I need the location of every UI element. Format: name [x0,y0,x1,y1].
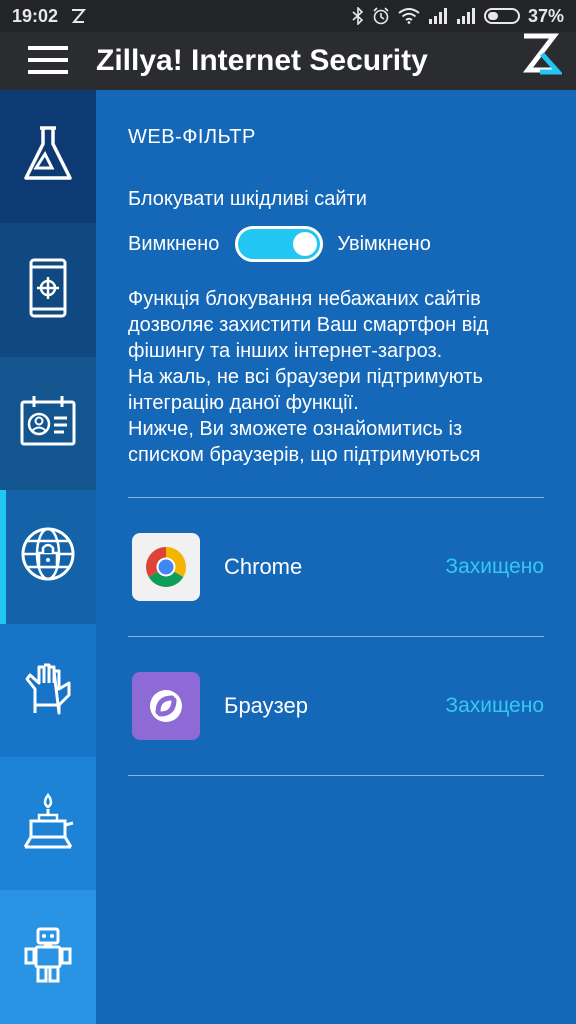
browser-status: Захищено [445,694,544,717]
app-bar: Zillya! Internet Security [0,32,576,90]
browser-status: Захищено [445,555,544,578]
alarm-icon [372,7,390,25]
flask-icon [21,124,75,189]
robot-icon [24,925,72,990]
sidebar-nav [0,90,96,1024]
zillya-notification-icon [70,8,87,24]
description-line: інтеграцію даної функції. [128,392,359,414]
hamburger-menu-icon[interactable] [0,32,96,90]
browser-row-default[interactable]: Браузер Захищено [128,637,544,775]
battery-icon [483,8,520,24]
description-line: Нижче, Ви зможете ознайомитись із [128,418,463,440]
wifi-icon [398,8,420,24]
browser-name: Chrome [224,554,303,579]
nav-item-web-filter[interactable] [0,490,96,624]
nav-item-device[interactable] [0,223,96,357]
toggle-knob [293,232,318,256]
toggle-row: Вимкнено Увімкнено [128,226,431,262]
browser-row-chrome[interactable]: Chrome Захищено [128,498,544,636]
description-line: На жаль, не всі браузери підтримують [128,366,483,388]
id-card-icon [19,394,77,453]
description-line: Функція блокування небажаних сайтів [128,288,481,310]
description-line: дозволяє захистити Ваш смартфон від [128,314,489,336]
chrome-icon [132,533,200,601]
description-line: фішингу та інших інтернет-загроз. [128,340,443,362]
nav-item-lab[interactable] [0,90,96,224]
toggle-on-label: Увімкнено [337,232,431,255]
description-line: списком браузерів, що підтримуються [128,444,481,466]
section-title: WEB-ФІЛЬТР [128,126,256,148]
toggle-off-label: Вимкнено [128,232,220,255]
description: Функція блокування небажаних сайтів дозв… [128,286,544,468]
app-title: Zillya! Internet Security [96,44,428,77]
status-bar: 19:02 37% [0,0,576,32]
signal-icon [456,8,476,24]
divider [128,775,544,776]
nav-item-burner[interactable] [0,757,96,891]
battery-percent: 37% [527,5,564,26]
block-sites-toggle[interactable] [235,226,324,262]
signal-icon [428,8,448,24]
globe-lock-icon [19,525,77,588]
zillya-logo-icon[interactable] [518,32,564,82]
burner-icon [21,791,75,856]
browser-name: Браузер [224,693,308,718]
nav-item-identity[interactable] [0,356,96,491]
nav-item-robot[interactable] [0,890,96,1024]
status-time: 19:02 [12,5,59,26]
phone-target-icon [28,257,68,324]
block-malicious-sites-label: Блокувати шкідливі сайти [128,188,367,210]
browser-icon [132,672,200,740]
glove-icon [21,659,75,722]
nav-item-protection[interactable] [0,623,96,757]
bluetooth-icon [352,7,364,25]
